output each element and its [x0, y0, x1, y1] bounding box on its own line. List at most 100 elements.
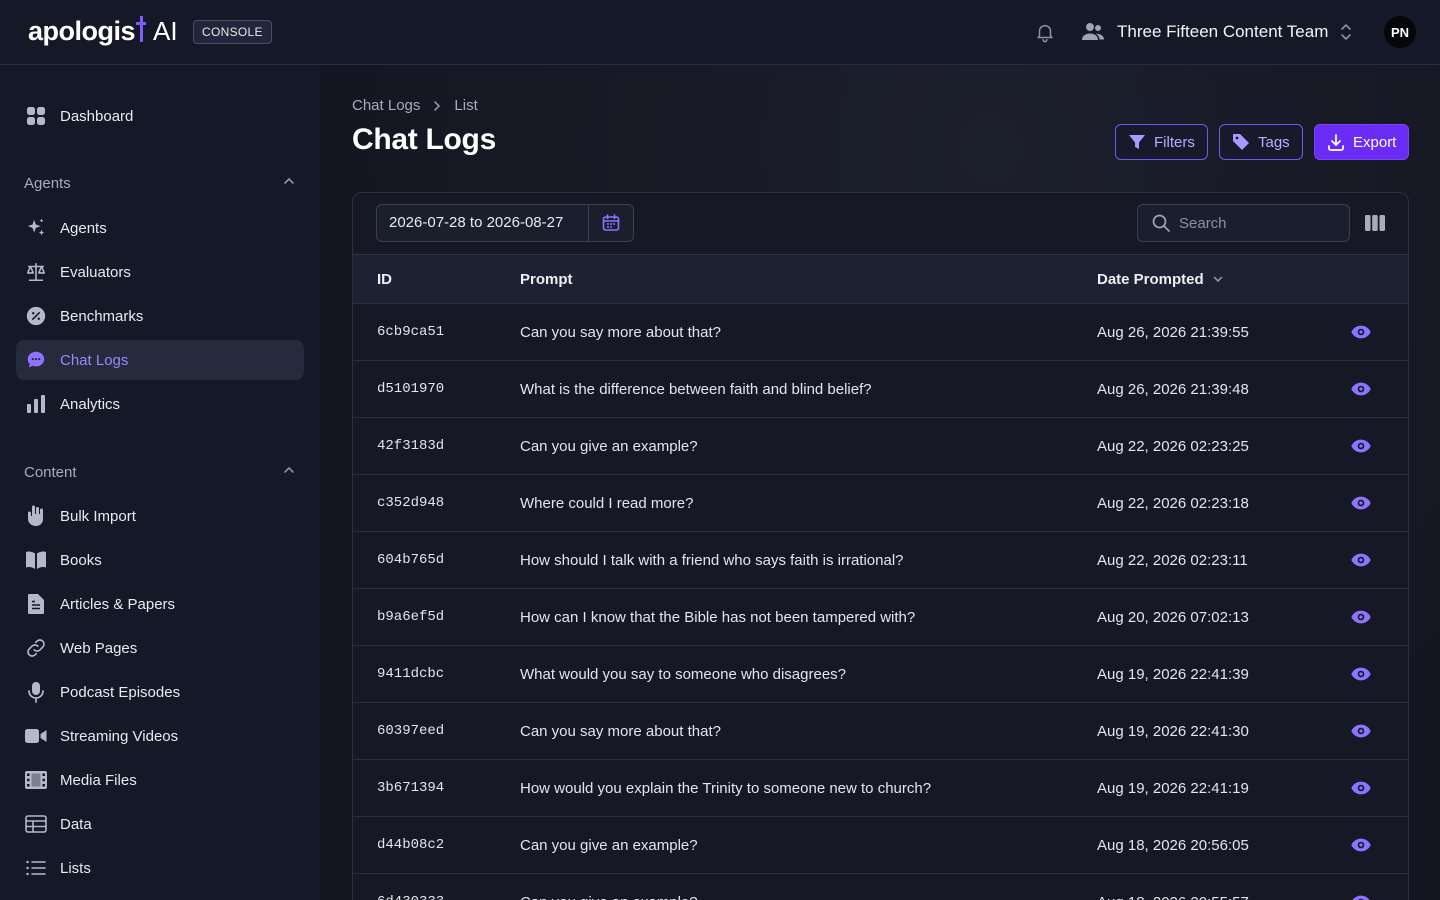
sidebar-item-media-files[interactable]: Media Files	[16, 760, 304, 800]
calendar-icon[interactable]	[589, 205, 633, 241]
eye-icon[interactable]	[1350, 834, 1372, 856]
export-button[interactable]: Export	[1314, 124, 1410, 160]
badge-percent-icon	[24, 304, 48, 328]
search-input[interactable]	[1179, 214, 1339, 232]
column-header-id[interactable]: ID	[353, 254, 520, 304]
table-row[interactable]: d44b08c2 Can you give an example? Aug 18, …	[353, 817, 1408, 874]
table-row[interactable]: 42f3183d Can you give an example? Aug 22, …	[353, 418, 1408, 475]
sidebar-item-agents[interactable]: Agents	[16, 208, 304, 248]
table-row[interactable]: 604b765d How should I talk with a friend …	[353, 532, 1408, 589]
film-icon	[24, 768, 48, 792]
sidebar-item-label: Benchmarks	[60, 307, 144, 325]
sidebar-item-evaluators[interactable]: Evaluators	[16, 252, 304, 292]
console-badge: CONSOLE	[193, 20, 272, 44]
sidebar-item-data[interactable]: Data	[16, 804, 304, 844]
cell-prompt: Can you give an example?	[520, 836, 698, 854]
sparkles-icon	[24, 216, 48, 240]
sidebar-item-lists[interactable]: Lists	[16, 848, 304, 888]
breadcrumb-chat-logs[interactable]: Chat Logs	[352, 97, 420, 114]
table-row[interactable]: d5101970 What is the difference between f…	[353, 361, 1408, 418]
cell-date-prompted: Aug 18, 2026 20:55:57	[1097, 874, 1350, 900]
document-icon	[24, 592, 48, 616]
link-icon	[24, 636, 48, 660]
main-content: Chat Logs List Chat Logs Filters Tags Ex…	[320, 65, 1440, 900]
sidebar-item-streaming-videos[interactable]: Streaming Videos	[16, 716, 304, 756]
cell-date-prompted: Aug 19, 2026 22:41:39	[1097, 665, 1249, 683]
table-row[interactable]: 6cb9ca51 Can you say more about that? Aug …	[353, 304, 1408, 361]
chevron-up-icon[interactable]	[282, 174, 296, 193]
cell-id: 6cb9ca51	[377, 324, 445, 340]
cell-prompt: How should I talk with a friend who says…	[520, 551, 904, 569]
chevron-right-icon	[432, 100, 442, 112]
cell-id: 604b765d	[377, 552, 445, 568]
date-range-value[interactable]: 2026-07-28 to 2026-08-27	[377, 205, 589, 241]
team-switcher[interactable]: Three Fifteen Content Team	[1117, 22, 1328, 42]
eye-icon[interactable]	[1350, 378, 1372, 400]
cell-date-prompted: Aug 26, 2026 21:39:48	[1097, 380, 1249, 398]
table-toolbar: 2026-07-28 to 2026-08-27	[353, 193, 1408, 254]
sidebar-item-web-pages[interactable]: Web Pages	[16, 628, 304, 668]
tags-label: Tags	[1258, 133, 1290, 151]
table-icon	[24, 812, 48, 836]
sidebar-item-podcast-episodes[interactable]: Podcast Episodes	[16, 672, 304, 712]
sidebar-item-label: Web Pages	[60, 639, 138, 657]
table-row[interactable]: c352d948 Where could I read more? Aug 22, …	[353, 475, 1408, 532]
eye-icon[interactable]	[1350, 777, 1372, 799]
cell-prompt: Can you give an example?	[520, 437, 698, 455]
column-header-prompt[interactable]: Prompt	[520, 254, 1097, 304]
sidebar-item-dashboard[interactable]: Dashboard	[16, 96, 304, 136]
table-row[interactable]: b9a6ef5d How can I know that the Bible ha…	[353, 589, 1408, 646]
table-row[interactable]: 60397eed Can you say more about that? Aug …	[353, 703, 1408, 760]
cell-date-prompted: Aug 19, 2026 22:41:30	[1097, 722, 1249, 740]
column-header-date-prompted[interactable]: Date Prompted	[1097, 254, 1350, 304]
sidebar-item-bulk-import[interactable]: Bulk Import	[16, 496, 304, 536]
logo[interactable]: apologis AI	[28, 14, 178, 47]
microphone-icon	[24, 680, 48, 704]
eye-icon[interactable]	[1350, 606, 1372, 628]
sidebar-item-analytics[interactable]: Analytics	[16, 384, 304, 424]
chevron-up-down-icon[interactable]	[1339, 23, 1353, 41]
eye-icon[interactable]	[1350, 663, 1372, 685]
columns-icon[interactable]	[1365, 214, 1385, 232]
sidebar-item-books[interactable]: Books	[16, 540, 304, 580]
table-row[interactable]: 9411dcbc What would you say to someone wh…	[353, 646, 1408, 703]
eye-icon[interactable]	[1350, 720, 1372, 742]
sidebar-item-benchmarks[interactable]: Benchmarks	[16, 296, 304, 336]
team-icon	[1081, 21, 1105, 43]
bar-chart-icon	[24, 392, 48, 416]
date-range-picker[interactable]: 2026-07-28 to 2026-08-27	[376, 204, 634, 242]
page-title: Chat Logs	[352, 123, 496, 156]
sidebar-item-label: Books	[60, 551, 102, 569]
scale-icon	[24, 260, 48, 284]
avatar[interactable]: PN	[1384, 16, 1416, 48]
download-icon	[1327, 133, 1345, 151]
sidebar-item-chat-logs[interactable]: Chat Logs	[16, 340, 304, 380]
sidebar-item-label: Agents	[60, 219, 107, 237]
section-agents[interactable]: Agents	[24, 173, 296, 193]
filters-button[interactable]: Filters	[1115, 124, 1208, 160]
cell-id: 60397eed	[377, 723, 445, 739]
sidebar-item-label: Evaluators	[60, 263, 131, 281]
list-icon	[24, 856, 48, 880]
bell-icon[interactable]	[1034, 21, 1056, 43]
sidebar-item-label: Streaming Videos	[60, 727, 179, 745]
chevron-up-icon[interactable]	[282, 463, 296, 482]
eye-icon[interactable]	[1350, 891, 1372, 900]
tags-button[interactable]: Tags	[1219, 124, 1303, 160]
chat-logs-table: ID Prompt Date Prompted 6cb9ca51 Can you …	[353, 254, 1408, 900]
sidebar-item-articles-papers[interactable]: Articles & Papers	[16, 584, 304, 624]
eye-icon[interactable]	[1350, 549, 1372, 571]
cell-id: 42f3183d	[377, 438, 445, 454]
search-box[interactable]	[1137, 204, 1350, 242]
table-row[interactable]: 6d430333Can you give an example?Aug 18, …	[353, 874, 1408, 900]
eye-icon[interactable]	[1350, 492, 1372, 514]
chevron-down-icon[interactable]	[1212, 273, 1224, 285]
table-body: 6cb9ca51 Can you say more about that? Aug …	[353, 304, 1408, 900]
cell-id: d5101970	[377, 381, 445, 397]
sidebar-item-label: Bulk Import	[60, 507, 136, 525]
eye-icon[interactable]	[1350, 435, 1372, 457]
book-open-icon	[24, 548, 48, 572]
eye-icon[interactable]	[1350, 321, 1372, 343]
section-content[interactable]: Content	[24, 462, 296, 482]
table-row[interactable]: 3b671394 How would you explain the Trinit…	[353, 760, 1408, 817]
